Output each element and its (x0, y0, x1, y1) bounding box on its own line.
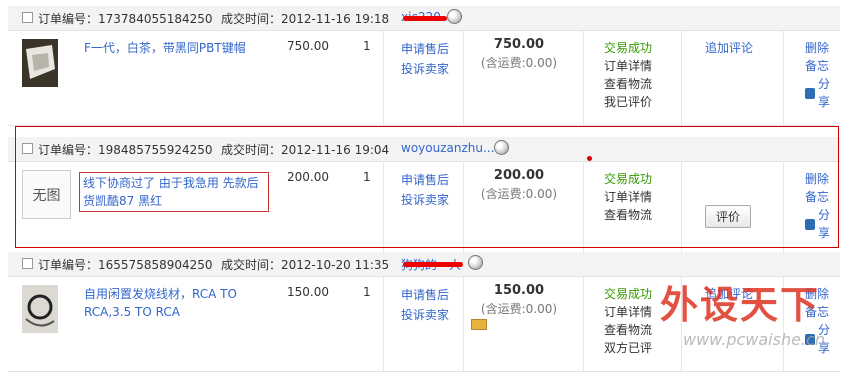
order-total: 150.00 (含运费:0.00) (471, 283, 567, 330)
credit-card-icon (471, 319, 487, 330)
shipping-note: (含运费:0.00) (480, 302, 558, 316)
service-links: 申请售后 投诉卖家 (401, 39, 449, 79)
redaction-scribble (403, 16, 447, 21)
order-detail-link[interactable]: 订单详情 (604, 303, 652, 321)
quantity: 1 (363, 39, 371, 53)
product-thumbnail[interactable] (22, 39, 58, 87)
order-status: 交易成功 订单详情 查看物流 我已评价 (604, 39, 652, 111)
order-time: 成交时间：2012-10-20 11:35 (221, 258, 390, 272)
status-success: 交易成功 (604, 287, 653, 301)
wangwang-chat-icon[interactable] (447, 9, 462, 24)
complain-link[interactable]: 投诉卖家 (401, 305, 449, 325)
order-status: 交易成功 订单详情 查看物流 双方已评 (604, 285, 652, 357)
order-total: 750.00 (含运费:0.00) (471, 37, 567, 71)
logistics-link[interactable]: 查看物流 (604, 75, 652, 93)
share-icon (805, 87, 816, 99)
order-detail-link[interactable]: 订单详情 (604, 57, 652, 75)
product-title-link[interactable]: 自用闲置发烧线材，RCA TO RCA,3.5 TO RCA (84, 285, 264, 321)
rated-status: 双方已评 (604, 341, 653, 355)
quantity: 1 (363, 285, 371, 299)
rated-status: 我已评价 (604, 95, 653, 109)
product-title-link[interactable]: F一代，白茶，带黑同PBT键帽 (84, 39, 264, 57)
order-header: 订单编号：173784055184250 成交时间：2012-11-16 19:… (8, 6, 840, 31)
order-time: 成交时间：2012-11-16 19:18 (221, 12, 390, 26)
share-link[interactable]: 分享 (805, 75, 840, 111)
service-links: 申请售后 投诉卖家 (401, 285, 449, 325)
unit-price: 750.00 (287, 39, 329, 53)
order-checkbox[interactable] (22, 12, 33, 23)
watermark-url: www.pcwaishe.cn (683, 330, 825, 349)
delete-link[interactable]: 删除 (805, 39, 840, 57)
after-sale-link[interactable]: 申请售后 (401, 39, 449, 59)
highlight-annotation-box (15, 126, 839, 248)
memo-link[interactable]: 备忘 (805, 57, 840, 75)
annotation-dot (587, 156, 592, 161)
unit-price: 150.00 (287, 285, 329, 299)
redaction-scribble (403, 262, 463, 267)
order-ops: 删除 备忘 分享 (805, 39, 840, 111)
logistics-link[interactable]: 查看物流 (604, 321, 652, 339)
order-number: 订单编号：165575858904250 (38, 258, 213, 272)
order-item-row: F一代，白茶，带黑同PBT键帽 750.00 1 申请售后 投诉卖家 750.0… (8, 31, 840, 126)
watermark: 外设天下 www.pcwaishe.cn (648, 274, 844, 368)
complain-link[interactable]: 投诉卖家 (401, 59, 449, 79)
status-success: 交易成功 (604, 41, 653, 55)
add-review-link[interactable]: 追加评论 (705, 39, 753, 56)
watermark-brand: 外设天下 (660, 283, 821, 327)
order-checkbox[interactable] (22, 258, 33, 269)
order-number: 订单编号：173784055184250 (38, 12, 213, 26)
order-block: 订单编号：173784055184250 成交时间：2012-11-16 19:… (8, 6, 840, 126)
product-thumbnail[interactable] (22, 285, 58, 333)
after-sale-link[interactable]: 申请售后 (401, 285, 449, 305)
total-amount: 150.00 (493, 283, 545, 298)
total-amount: 750.00 (493, 37, 545, 52)
wangwang-chat-icon[interactable] (468, 255, 483, 270)
shipping-note: (含运费:0.00) (480, 56, 558, 70)
